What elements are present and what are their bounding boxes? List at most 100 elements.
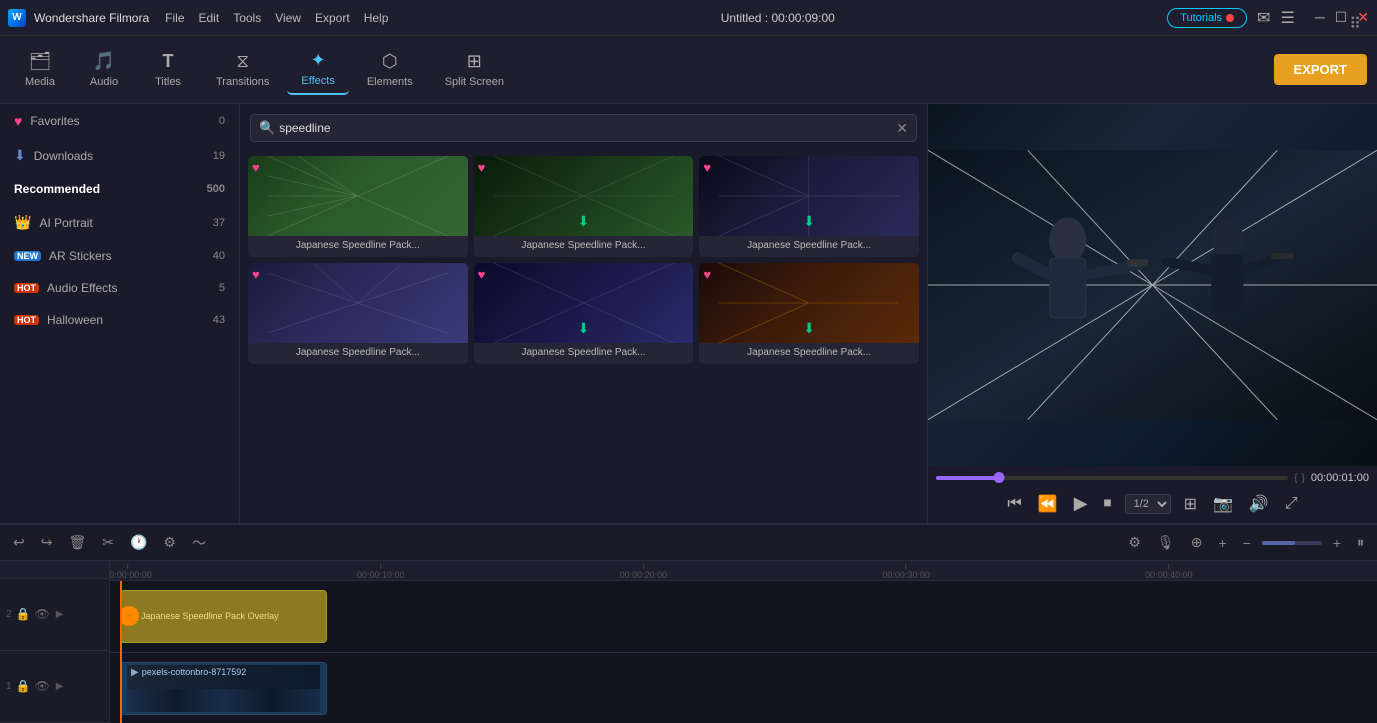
tool-elements[interactable]: ⬡ Elements [353, 45, 427, 94]
sidebar-item-halloween[interactable]: HOT Halloween 43 [0, 304, 239, 336]
audio-record-button[interactable]: 🎙 [1152, 531, 1180, 554]
video-background [928, 104, 1377, 466]
menu-bar: File Edit Tools View Export Help [165, 11, 388, 25]
effect-card-2[interactable]: ♥ ⬇ Japanese Speedline Pack... [474, 156, 694, 257]
playhead[interactable] [120, 581, 122, 723]
clip-video[interactable]: ▶ pexels-cottonbro-8717592 [120, 662, 327, 716]
split-screen-icon: ⊞ [467, 51, 482, 72]
tool-audio[interactable]: 🎵 Audio [74, 45, 134, 94]
sidebar-item-favorites[interactable]: ♥ Favorites 0 [0, 104, 239, 138]
export-button[interactable]: EXPORT [1274, 54, 1367, 85]
effect-label-5: Japanese Speedline Pack... [474, 343, 694, 364]
delete-button[interactable]: 🗑 [63, 531, 91, 554]
effect-card-3[interactable]: ♥ ⬇ Japanese Speedline Pack... [699, 156, 919, 257]
time-display: 00:00:01:00 [1311, 472, 1369, 484]
rewind-button[interactable]: ⏪ [1035, 491, 1061, 517]
track-v2-type: ▶ [56, 609, 64, 620]
progress-filled [936, 476, 999, 480]
mail-icon[interactable]: ✉ [1257, 8, 1270, 28]
effect-label-3: Japanese Speedline Pack... [699, 236, 919, 257]
play-button[interactable]: ▶ [1071, 490, 1091, 517]
add-track-button[interactable]: + [1213, 532, 1231, 554]
menu-export[interactable]: Export [315, 11, 350, 25]
effect-thumb-5: ♥ ⬇ [474, 263, 694, 343]
track-v2-id: 2 [6, 609, 12, 620]
tool-media[interactable]: 🗂 Media [10, 45, 70, 94]
track-label-v1: 1 🔒 👁 ▶ [0, 651, 109, 723]
fullscreen-button[interactable]: ⤢ [1282, 492, 1301, 516]
waveform [127, 689, 320, 713]
undo-button[interactable]: ↩ [8, 531, 30, 554]
tool-split-screen[interactable]: ⊞ Split Screen [431, 45, 518, 94]
zoom-out-button[interactable]: − [1238, 532, 1256, 554]
tool-transitions[interactable]: ⧖ Transitions [202, 45, 283, 94]
bracket-right: } [1302, 473, 1305, 484]
minimize-button[interactable]: ─ [1315, 9, 1325, 26]
ruler-mark-30: 00:00:30:00 [882, 564, 930, 580]
menu-file[interactable]: File [165, 11, 184, 25]
mix-button[interactable]: ⊕ [1186, 531, 1208, 554]
screenshot-button[interactable]: 📷 [1210, 491, 1236, 517]
ruler-mark-10: 00:00:10:00 [357, 564, 405, 580]
render-button[interactable]: ⚙ [1123, 531, 1146, 554]
zoom-slider[interactable] [1262, 541, 1322, 545]
effects-panel: 🔍 ✕ ⠿ ♥ [240, 104, 927, 523]
lock-icon-v1[interactable]: 🔒 [16, 679, 31, 693]
sidebar-item-audio-effects[interactable]: HOT Audio Effects 5 [0, 272, 239, 304]
history-button[interactable]: 🕐 [125, 531, 152, 554]
effect-card-5[interactable]: ♥ ⬇ Japanese Speedline Pack... [474, 263, 694, 364]
sidebar-item-downloads[interactable]: ⬇ Downloads 19 [0, 138, 239, 173]
ruler-mark-0: 00:00:00:00 [110, 564, 152, 580]
sidebar-item-recommended[interactable]: Recommended 500 [0, 173, 239, 205]
adjust-button[interactable]: ⚙ [158, 531, 181, 554]
search-input[interactable] [275, 119, 896, 137]
effects-icon: ✦ [311, 50, 326, 71]
effect-card-6[interactable]: ♥ ⬇ Japanese Speedline Pack... [699, 263, 919, 364]
speedline-svg-5 [474, 263, 694, 343]
zoom-fill [1262, 541, 1295, 545]
clip-overlay[interactable]: ✂ Japanese Speedline Pack Overlay [120, 590, 327, 644]
lock-icon-v2[interactable]: 🔒 [16, 607, 31, 621]
progress-bar[interactable] [936, 476, 1288, 480]
eye-icon-v1[interactable]: 👁 [35, 679, 50, 693]
tool-titles[interactable]: T Titles [138, 45, 198, 94]
speedline-svg-3 [699, 156, 919, 236]
hot-badge-halloween: HOT [14, 315, 39, 325]
tutorials-button[interactable]: Tutorials [1167, 8, 1247, 28]
sidebar-item-ar-stickers[interactable]: NEW AR Stickers 40 [0, 240, 239, 272]
clip-video-inner: ▶ pexels-cottonbro-8717592 [127, 665, 320, 713]
menu-edit[interactable]: Edit [199, 11, 220, 25]
tool-effects[interactable]: ✦ Effects [287, 44, 348, 95]
menu-tools[interactable]: Tools [233, 11, 261, 25]
layout-button[interactable]: ⊞ [1181, 491, 1200, 517]
redo-button[interactable]: ↪ [36, 531, 58, 554]
zoom-select[interactable]: 1/21/11/4 [1125, 494, 1171, 514]
zoom-in-button[interactable]: + [1328, 532, 1346, 554]
app-logo: W [8, 9, 26, 27]
scissors-icon: ✂ [120, 606, 139, 626]
effect-card-4[interactable]: ♥ Japanese Speedline Pack... [248, 263, 468, 364]
preview-video [928, 104, 1377, 466]
sidebar-item-ai-portrait[interactable]: 👑 AI Portrait 37 [0, 205, 239, 240]
menu-view[interactable]: View [275, 11, 301, 25]
maximize-button[interactable]: ☐ [1335, 9, 1348, 26]
effect-label-2: Japanese Speedline Pack... [474, 236, 694, 257]
time-markers: { } [1294, 473, 1305, 484]
clear-search-icon[interactable]: ✕ [896, 120, 908, 137]
menu-help[interactable]: Help [364, 11, 389, 25]
eye-icon-v2[interactable]: 👁 [35, 607, 50, 621]
waveform-button[interactable]: 〜 [187, 530, 211, 556]
progress-thumb [994, 472, 1005, 483]
volume-button[interactable]: 🔊 [1246, 491, 1272, 517]
effect-thumb-3: ♥ ⬇ [699, 156, 919, 236]
stop-button[interactable]: ⏹ [1101, 492, 1115, 516]
step-back-button[interactable]: ⏮ [1004, 492, 1024, 516]
cut-button[interactable]: ✂ [97, 531, 119, 554]
search-bar: 🔍 ✕ ⠿ [240, 104, 927, 150]
timeline-end-button[interactable]: ⏸ [1352, 531, 1369, 554]
effect-thumb-4: ♥ [248, 263, 468, 343]
effect-label-6: Japanese Speedline Pack... [699, 343, 919, 364]
menu-icon[interactable]: ☰ [1280, 8, 1294, 28]
effect-card-1[interactable]: ♥ Japanese Speedline Pack... [248, 156, 468, 257]
effect-label-1: Japanese Speedline Pack... [248, 236, 468, 257]
